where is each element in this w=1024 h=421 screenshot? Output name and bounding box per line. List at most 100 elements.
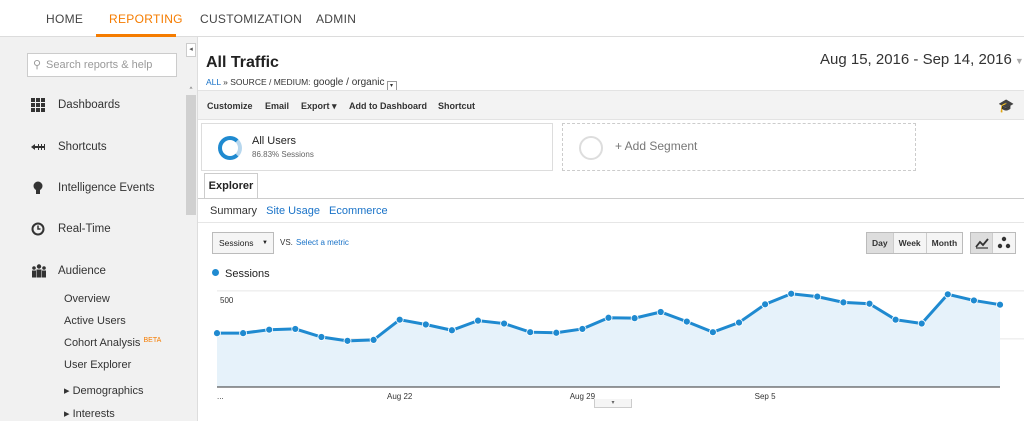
vs-label: VS.: [280, 238, 293, 247]
line-chart-icon: [975, 238, 989, 249]
breadcrumb-value: google / organic: [310, 77, 385, 88]
main-content: All Traffic ALL » SOURCE / MEDIUM: googl…: [198, 37, 1024, 421]
add-segment-button[interactable]: + Add Segment: [562, 123, 916, 171]
search-input[interactable]: ⚲ Search reports & help: [27, 53, 177, 77]
breadcrumb-all-link[interactable]: ALL: [206, 77, 221, 87]
day-button[interactable]: Day: [867, 233, 894, 253]
sidebar-subitem-overview[interactable]: Overview: [64, 293, 110, 305]
month-button[interactable]: Month: [927, 233, 963, 253]
chart-resize-handle[interactable]: ▾: [594, 399, 632, 408]
customize-button[interactable]: Customize: [207, 101, 253, 111]
tab-divider: [198, 198, 1024, 199]
people-icon: [32, 264, 46, 278]
export-button[interactable]: Export ▾: [301, 101, 337, 112]
y-tick-label: 500: [220, 296, 234, 305]
data-point: [447, 326, 456, 335]
beta-badge: BETA: [143, 337, 162, 344]
sidebar-subitem-label: Cohort Analysis: [64, 337, 141, 349]
empty-segment-circle-icon: [579, 136, 603, 160]
data-point: [552, 328, 561, 337]
week-button[interactable]: Week: [894, 233, 927, 253]
nav-reporting[interactable]: REPORTING: [109, 12, 183, 26]
grid-icon: [31, 98, 45, 112]
sidebar-subitem-cohort-analysis[interactable]: Cohort Analysis BETA: [64, 337, 161, 349]
add-to-dashboard-button[interactable]: Add to Dashboard: [349, 101, 427, 111]
x-tick-label: Sep 5: [755, 392, 776, 401]
metric-dropdown-value: Sessions: [219, 238, 254, 248]
tab-explorer[interactable]: Explorer: [204, 173, 258, 199]
data-point: [213, 329, 221, 338]
collapse-sidebar-button[interactable]: ◂: [186, 43, 196, 57]
data-point: [735, 318, 743, 327]
sidebar-scrollbar-thumb[interactable]: [186, 95, 196, 215]
x-tick-label: Aug 29: [570, 392, 596, 401]
segment-name: All Users: [252, 135, 297, 147]
subtab-ecommerce[interactable]: Ecommerce: [329, 205, 388, 217]
search-placeholder: Search reports & help: [46, 59, 153, 71]
email-button[interactable]: Email: [265, 101, 289, 111]
data-point: [943, 290, 952, 299]
segment-ring-icon: [218, 136, 242, 160]
nav-customization[interactable]: CUSTOMIZATION: [200, 12, 302, 26]
top-nav: HOME REPORTING CUSTOMIZATION ADMIN: [0, 0, 1024, 37]
sidebar-subitem-demographics[interactable]: ▸ Demographics: [64, 384, 144, 397]
segment-all-users[interactable]: All Users 86.83% Sessions: [201, 123, 553, 171]
data-point: [474, 316, 482, 325]
breadcrumb-dimension: SOURCE / MEDIUM:: [230, 77, 311, 87]
data-point: [239, 329, 247, 338]
chevron-down-icon: ▼: [1014, 56, 1024, 66]
sidebar-item-dashboards[interactable]: Dashboards: [0, 89, 184, 119]
x-tick-label: Aug 22: [387, 392, 413, 401]
line-chart-button[interactable]: [971, 233, 993, 253]
motion-chart-button[interactable]: [993, 233, 1015, 253]
data-point: [395, 315, 404, 324]
data-point: [630, 314, 639, 323]
subtab-site-usage[interactable]: Site Usage: [266, 205, 320, 217]
data-point: [761, 300, 769, 309]
breadcrumb-separator: »: [220, 77, 231, 87]
sidebar-item-real-time[interactable]: Real-Time: [0, 213, 184, 243]
granularity-toggle: Day Week Month: [866, 232, 964, 254]
sidebar-item-shortcuts[interactable]: Shortcuts: [0, 131, 184, 161]
sidebar-item-label: Real-Time: [58, 223, 111, 235]
shortcut-button[interactable]: Shortcut: [438, 101, 475, 111]
shortcut-arrow-icon: [31, 144, 45, 150]
breadcrumb: ALL » SOURCE / MEDIUM: google / organic ▾: [206, 77, 397, 91]
sidebar-subitem-user-explorer[interactable]: User Explorer: [64, 359, 131, 371]
sidebar-item-label: Intelligence Events: [58, 182, 155, 194]
data-point: [682, 317, 691, 326]
select-metric-link[interactable]: Select a metric: [296, 238, 349, 247]
segment-percentage: 86.83% Sessions: [252, 150, 314, 159]
subtab-summary[interactable]: Summary: [210, 205, 257, 217]
sidebar-item-audience[interactable]: Audience: [0, 255, 184, 285]
clock-icon: [31, 222, 45, 236]
metric-dropdown[interactable]: Sessions ▼: [212, 232, 274, 254]
data-point: [578, 325, 587, 333]
sidebar-subitem-active-users[interactable]: Active Users: [64, 315, 126, 327]
data-point: [917, 319, 926, 328]
report-toolbar: Customize Email Export ▾ Add to Dashboar…: [198, 90, 1024, 120]
chart-type-toggle: [970, 232, 1016, 254]
nav-home[interactable]: HOME: [46, 12, 83, 26]
date-range-picker[interactable]: Aug 15, 2016 - Sep 14, 2016 ▼: [820, 51, 1024, 68]
nav-admin[interactable]: ADMIN: [316, 12, 356, 26]
data-point: [265, 325, 274, 334]
motion-chart-icon: [997, 236, 1011, 249]
search-icon: ⚲: [33, 59, 42, 71]
add-segment-label: + Add Segment: [615, 139, 698, 153]
data-point: [317, 333, 326, 341]
data-point: [996, 300, 1004, 309]
sidebar-item-intelligence-events[interactable]: Intelligence Events: [0, 172, 184, 202]
lightbulb-icon: [33, 181, 43, 194]
data-point: [343, 336, 352, 345]
data-point: [709, 328, 717, 337]
data-point: [891, 315, 900, 324]
graduation-cap-icon[interactable]: 🎓: [998, 98, 1014, 114]
x-tick-label: ...: [217, 392, 224, 401]
sidebar-item-label: Audience: [58, 265, 106, 277]
sidebar-item-label: Shortcuts: [58, 141, 107, 153]
data-point: [970, 296, 978, 305]
chevron-down-icon: ▼: [262, 240, 268, 246]
sidebar-subitem-interests[interactable]: ▸ Interests: [64, 407, 115, 420]
page-title: All Traffic: [206, 54, 279, 71]
